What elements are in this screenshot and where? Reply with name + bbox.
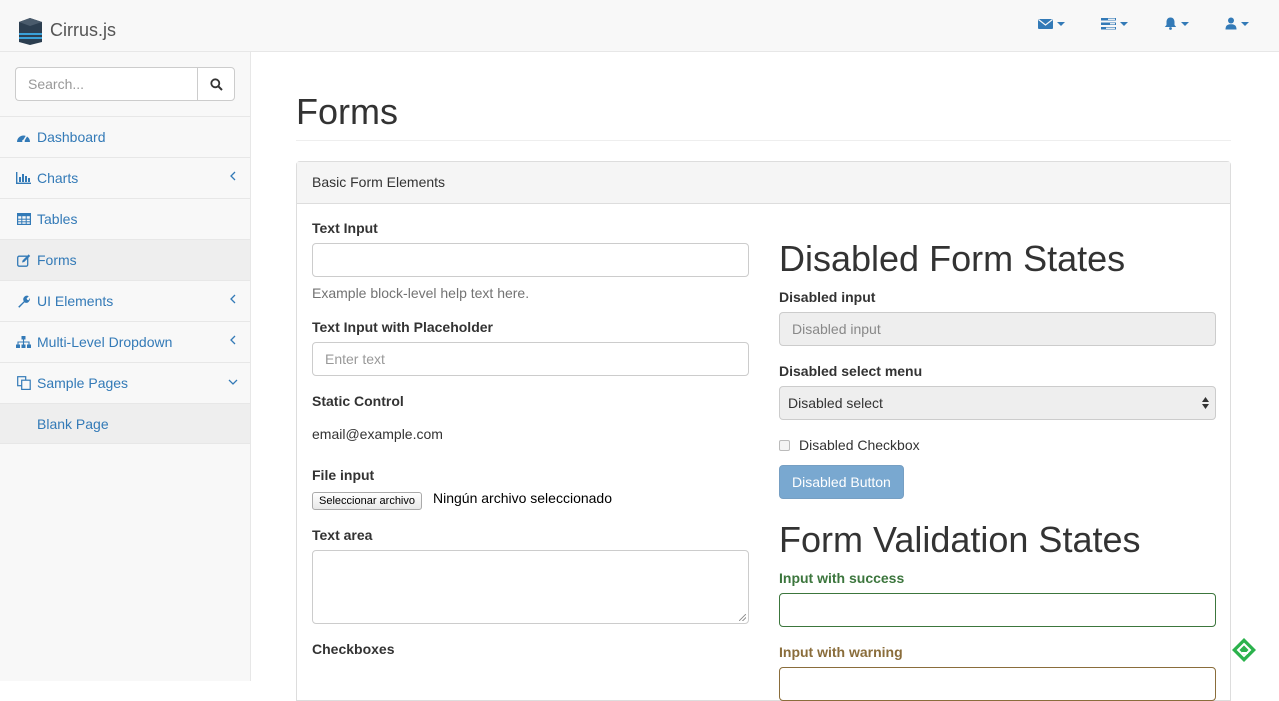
search-input[interactable] [15, 67, 197, 101]
bell-icon [1164, 17, 1177, 30]
files-icon [16, 376, 31, 390]
checkboxes-label: Checkboxes [312, 641, 395, 657]
sidebar-item-label: Multi-Level Dropdown [37, 334, 173, 350]
tasks-dropdown[interactable] [1101, 17, 1128, 30]
form-panel: Basic Form Elements Text Input Example b… [296, 161, 1231, 701]
success-input-label: Input with success [779, 570, 905, 586]
file-input-label: File input [312, 467, 375, 483]
table-icon [16, 212, 31, 226]
user-dropdown[interactable] [1225, 17, 1249, 30]
top-navbar: Cirrus.js [0, 0, 1279, 52]
messages-dropdown[interactable] [1038, 17, 1065, 30]
user-icon [1225, 17, 1237, 30]
panel-heading: Basic Form Elements [297, 162, 1230, 204]
feedly-extension-icon[interactable] [1231, 637, 1257, 663]
disabled-select-value: Disabled select [788, 395, 883, 411]
caret-down-icon [1181, 21, 1189, 26]
static-control-label: Static Control [312, 393, 404, 409]
search-button[interactable] [197, 67, 235, 101]
alerts-dropdown[interactable] [1164, 17, 1189, 30]
brand-name: Cirrus.js [50, 19, 116, 40]
sidebar-subitem-blank-page[interactable]: Blank Page [0, 404, 250, 444]
sitemap-icon [16, 335, 31, 349]
sidebar-item-label: Sample Pages [37, 375, 129, 391]
sidebar-search [0, 52, 250, 117]
sidebar-item-label: Forms [37, 252, 77, 268]
sidebar-item-dashboard[interactable]: Dashboard [0, 117, 250, 158]
textarea-label: Text area [312, 527, 373, 543]
caret-down-icon [1120, 21, 1128, 26]
disabled-input: Disabled input [779, 312, 1216, 346]
sidebar-item-forms[interactable]: Forms [0, 240, 250, 281]
sidebar-item-label: Dashboard [37, 129, 106, 145]
wrench-icon [16, 294, 31, 308]
sidebar-subitem-label: Blank Page [37, 415, 109, 432]
disabled-states-heading: Disabled Form States [779, 238, 1126, 279]
textarea[interactable] [312, 550, 749, 624]
placeholder-input-label: Text Input with Placeholder [312, 319, 493, 335]
sidebar-item-tables[interactable]: Tables [0, 199, 250, 240]
bar-chart-icon [16, 171, 31, 185]
disabled-select: Disabled select [779, 386, 1216, 420]
chevron-left-icon [230, 335, 236, 345]
tasks-icon [1101, 17, 1116, 29]
text-input-label: Text Input [312, 220, 378, 236]
file-status-text: Ningún archivo seleccionado [433, 490, 612, 506]
success-input[interactable] [779, 593, 1216, 627]
help-text: Example block-level help text here. [312, 285, 530, 301]
placeholder-input[interactable]: Enter text [312, 342, 749, 376]
disabled-input-label: Disabled input [779, 289, 876, 305]
validation-states-heading: Form Validation States [779, 519, 1141, 560]
title-divider [296, 140, 1231, 141]
warning-input-label: Input with warning [779, 644, 903, 660]
resize-grip-icon[interactable] [739, 614, 746, 621]
disabled-button: Disabled Button [779, 465, 904, 499]
cube-logo-icon [19, 18, 42, 45]
disabled-checkbox-label: Disabled Checkbox [799, 437, 920, 453]
chevron-down-icon [228, 379, 238, 385]
caret-down-icon [1241, 21, 1249, 26]
disabled-checkbox [779, 440, 790, 451]
page-title: Forms [296, 91, 398, 132]
text-input[interactable] [312, 243, 749, 277]
sidebar: Dashboard Charts Tables Forms UI Element… [0, 52, 251, 681]
edit-icon [16, 253, 31, 267]
disabled-select-label: Disabled select menu [779, 363, 923, 379]
sidebar-item-ui-elements[interactable]: UI Elements [0, 281, 250, 322]
sidebar-item-label: Charts [37, 170, 79, 186]
sidebar-item-charts[interactable]: Charts [0, 158, 250, 199]
envelope-icon [1038, 18, 1053, 29]
chevron-left-icon [230, 294, 236, 304]
warning-input[interactable] [779, 667, 1216, 701]
sidebar-item-multi-level-dropdown[interactable]: Multi-Level Dropdown [0, 322, 250, 363]
brand[interactable]: Cirrus.js [16, 14, 116, 46]
sidebar-item-label: Tables [37, 211, 78, 227]
caret-down-icon [1057, 21, 1065, 26]
select-arrows-icon [1202, 397, 1209, 409]
file-choose-button[interactable]: Seleccionar archivo [312, 492, 422, 510]
sidebar-item-sample-pages[interactable]: Sample Pages [0, 363, 250, 404]
static-control-value: email@example.com [312, 426, 443, 442]
chevron-left-icon [230, 171, 236, 181]
sidebar-item-label: UI Elements [37, 293, 114, 309]
search-icon [209, 77, 223, 91]
dashboard-icon [16, 130, 31, 144]
